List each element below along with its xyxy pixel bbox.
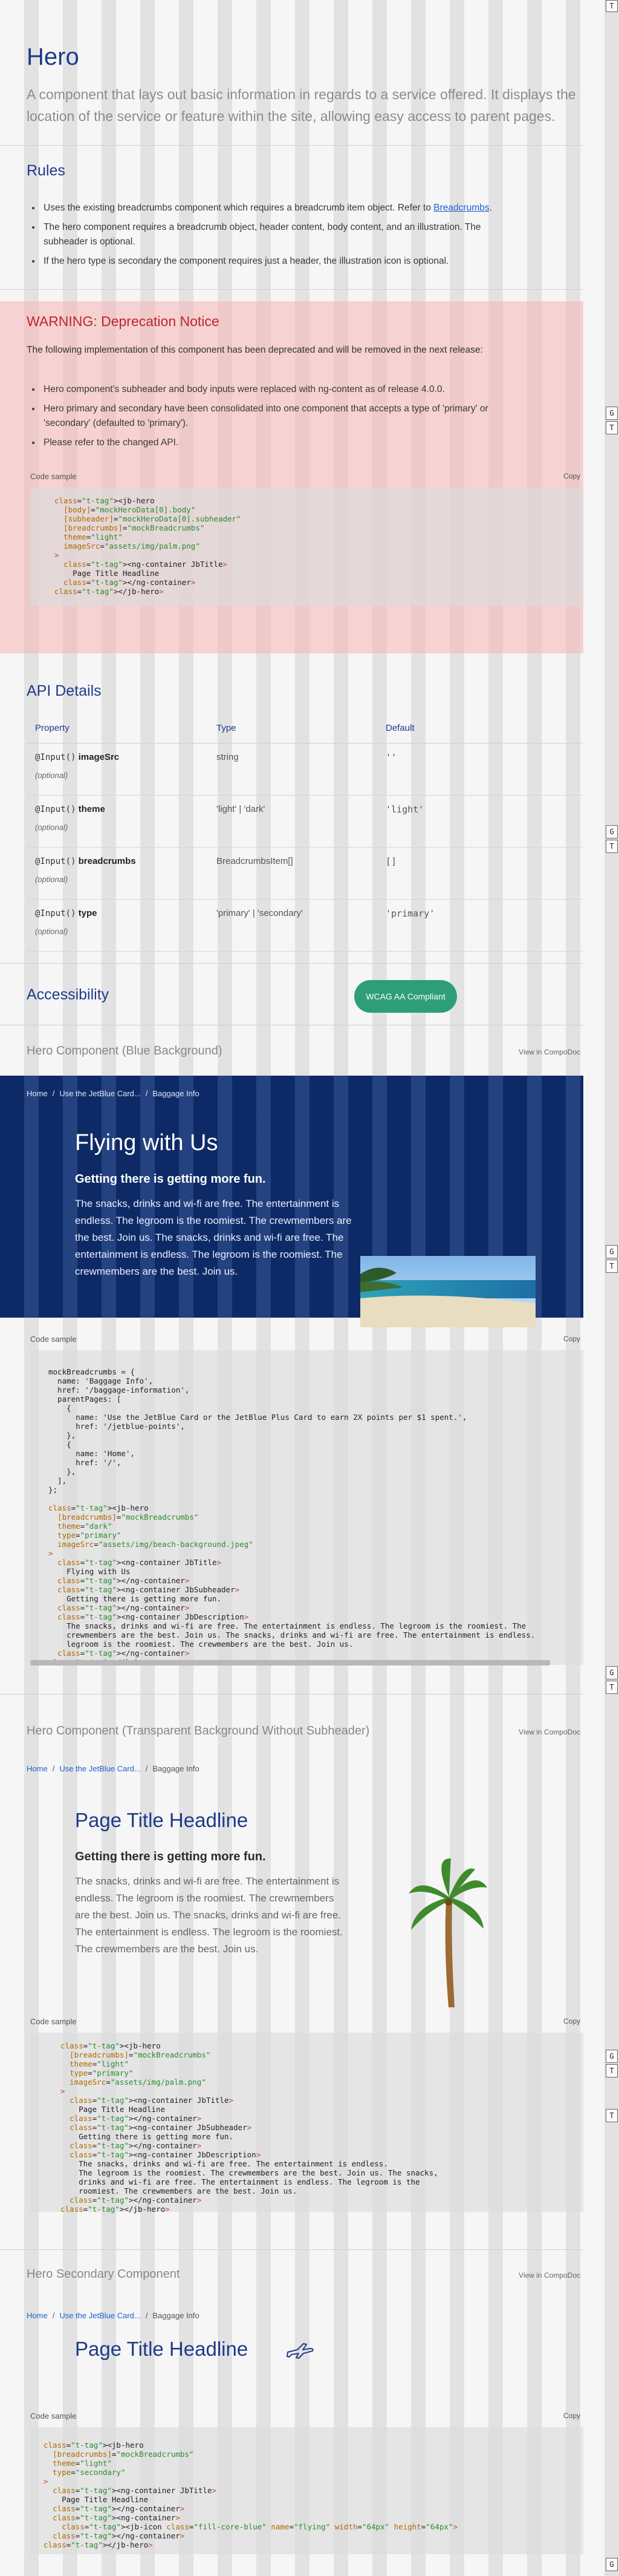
code-text: class="t-tag"><jb-hero [breadcrumbs]="mo…: [44, 2440, 458, 2549]
side-g-button[interactable]: G: [606, 2558, 618, 2571]
table-row: @Input() type (optional) 'primary' | 'sec…: [27, 899, 583, 952]
hero-description: The snacks, drinks and wi-fi are free. T…: [75, 1198, 352, 1277]
demo-title: Hero Component (Transparent Background W…: [27, 1724, 370, 1737]
breadcrumb-parent[interactable]: Use the JetBlue Card...: [59, 1764, 140, 1773]
breadcrumb-home[interactable]: Home: [27, 2311, 48, 2320]
table-row: @Input() breadcrumbs (optional) Breadcrum…: [27, 847, 583, 900]
hero-description: The snacks, drinks and wi-fi are free. T…: [75, 1875, 343, 1955]
divider: [0, 1694, 583, 1695]
view-in-compodoc-link[interactable]: View in CompoDoc: [519, 2271, 580, 2280]
rules-item: If the hero type is secondary the compon…: [41, 254, 501, 269]
hero-headline: Flying with Us: [75, 1130, 218, 1156]
code-text: class="t-tag"><jb-hero [breadcrumbs]="mo…: [60, 2041, 438, 2214]
divider: [0, 145, 583, 146]
side-t-button[interactable]: T: [606, 1681, 618, 1694]
breadcrumbs-link[interactable]: Breadcrumbs: [433, 203, 489, 213]
code-block: class="t-tag"><jb-hero [breadcrumbs]="mo…: [30, 2427, 583, 2554]
col-default: Default: [377, 714, 583, 744]
top-toggle-button[interactable]: T: [606, 0, 618, 12]
side-t-button[interactable]: T: [606, 840, 618, 853]
warning-list: Hero component's subheader and body inpu…: [41, 382, 501, 455]
side-g-button[interactable]: G: [606, 407, 618, 420]
copy-button[interactable]: Copy: [563, 2411, 580, 2420]
breadcrumb-parent[interactable]: Use the JetBlue Card...: [59, 1089, 140, 1098]
palm-tree-image: [409, 1858, 487, 2007]
demo-title: Hero Component (Blue Background): [27, 1044, 222, 1058]
code-text: mockBreadcrumbs = { name: 'Baggage Info'…: [48, 1367, 536, 1665]
flying-plane-icon: [287, 2343, 314, 2359]
wcag-badge: WCAG AA Compliant: [354, 980, 457, 1013]
code-block: class="t-tag"><jb-hero [breadcrumbs]="mo…: [30, 2033, 583, 2214]
table-row: @Input() theme (optional) 'light' | 'dark…: [27, 795, 583, 848]
rules-item: Uses the existing breadcrumbs component …: [41, 201, 501, 215]
horizontal-scrollbar[interactable]: [30, 1660, 550, 1666]
divider: [0, 963, 583, 964]
divider: [0, 2249, 583, 2250]
rules-list: Uses the existing breadcrumbs component …: [41, 201, 501, 273]
code-sample-label: Code sample: [30, 2411, 77, 2421]
breadcrumb-home[interactable]: Home: [27, 1089, 48, 1098]
side-g-button[interactable]: G: [606, 825, 618, 839]
side-t-button[interactable]: T: [606, 2064, 618, 2077]
breadcrumb-current: Baggage Info: [152, 1764, 199, 1773]
side-g-button[interactable]: G: [606, 2050, 618, 2063]
hero-subheader: Getting there is getting more fun.: [75, 1172, 266, 1186]
copy-button[interactable]: Copy: [563, 2017, 580, 2025]
rules-heading: Rules: [27, 162, 65, 179]
beach-image: [360, 1256, 536, 1327]
demo-title: Hero Secondary Component: [27, 2267, 180, 2281]
breadcrumb: Home / Use the JetBlue Card... / Baggage Inf…: [27, 2311, 199, 2320]
view-in-compodoc-link[interactable]: View in CompoDoc: [519, 1048, 580, 1056]
code-block: class="t-tag"><jb-hero [body]="mockHeroD…: [30, 488, 583, 606]
warning-item: Hero primary and secondary have been con…: [41, 402, 501, 431]
breadcrumb-current: Baggage Info: [152, 2311, 199, 2320]
hero-headline: Page Title Headline: [75, 2338, 248, 2360]
side-t-button[interactable]: T: [606, 421, 618, 434]
warning-item: Hero component's subheader and body inpu…: [41, 382, 501, 397]
api-heading: API Details: [27, 682, 102, 699]
warning-text: The following implementation of this com…: [27, 345, 483, 355]
warning-item: Please refer to the changed API.: [41, 436, 501, 450]
accessibility-heading: Accessibility: [27, 986, 109, 1003]
view-in-compodoc-link[interactable]: View in CompoDoc: [519, 1728, 580, 1736]
code-block: mockBreadcrumbs = { name: 'Baggage Info'…: [30, 1350, 583, 1665]
side-t-button[interactable]: T: [606, 2109, 618, 2122]
col-property: Property: [27, 714, 208, 744]
table-row: @Input() imageSrc (optional) string '': [27, 743, 583, 796]
side-g-button[interactable]: G: [606, 1245, 618, 1258]
warning-title: WARNING: Deprecation Notice: [27, 313, 219, 329]
col-type: Type: [208, 714, 377, 744]
breadcrumb: Home / Use the JetBlue Card... / Baggage Inf…: [27, 1764, 199, 1773]
code-sample-label: Code sample: [30, 472, 77, 481]
breadcrumb-home[interactable]: Home: [27, 1764, 48, 1773]
code-text: class="t-tag"><jb-hero [body]="mockHeroD…: [54, 496, 241, 596]
page-title: Hero: [27, 44, 79, 70]
side-t-button[interactable]: T: [606, 1260, 618, 1273]
page-intro: A component that lays out basic informat…: [27, 87, 576, 124]
code-sample-label: Code sample: [30, 2017, 77, 2026]
hero-headline: Page Title Headline: [75, 1809, 248, 1831]
rules-item: The hero component requires a breadcrumb…: [41, 220, 501, 249]
hero-subheader: Getting there is getting more fun.: [75, 1850, 266, 1863]
breadcrumb: Home / Use the JetBlue Card... / Baggage Inf…: [27, 1089, 199, 1098]
copy-button[interactable]: Copy: [563, 472, 580, 480]
code-sample-label: Code sample: [30, 1335, 77, 1344]
api-table: Property Type Default @Input() imageSrc(…: [27, 714, 583, 952]
copy-button[interactable]: Copy: [563, 1335, 580, 1343]
breadcrumb-current: Baggage Info: [152, 1089, 199, 1098]
side-g-button[interactable]: G: [606, 1666, 618, 1679]
breadcrumb-parent[interactable]: Use the JetBlue Card...: [59, 2311, 140, 2320]
divider: [0, 289, 583, 290]
